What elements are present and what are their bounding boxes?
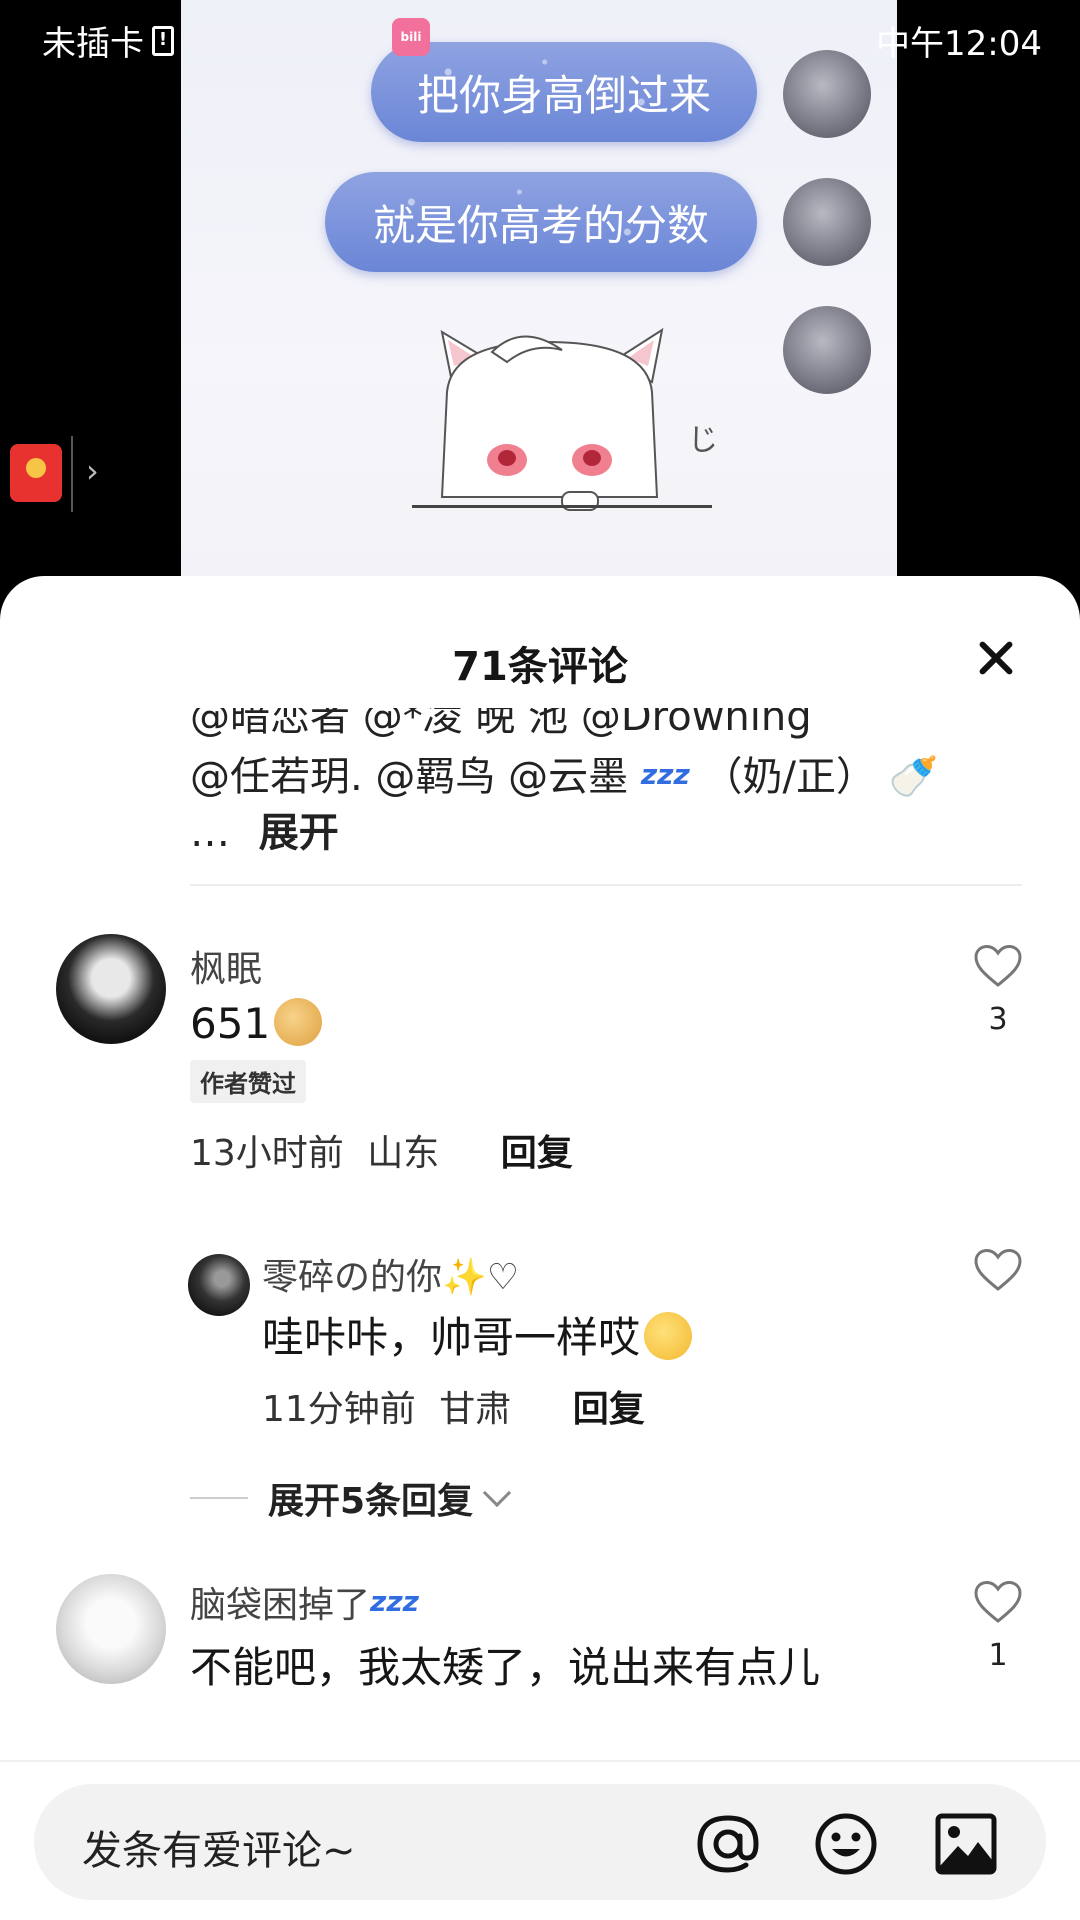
sticker-sound-mark: じ [688, 423, 718, 458]
previous-comment-line: @暗恋者 @*凌 晚 池 @Drowning [190, 708, 812, 740]
avatar[interactable] [56, 1574, 166, 1684]
ellipsis: … [190, 810, 230, 856]
comment-list[interactable]: @暗恋者 @*凌 晚 池 @Drowning @任若玥. @羁鸟 @云墨 zzz… [0, 708, 1080, 1786]
expand-link[interactable]: 展开 [259, 810, 339, 856]
baby-bottle-emoji-icon: 🍼 [888, 754, 939, 800]
sparkle-emoji-icon: ✨ [442, 1257, 487, 1298]
comment-location: 山东 [367, 1133, 440, 1174]
like-button[interactable]: 1 [970, 1580, 1026, 1673]
heart-icon [974, 1580, 1022, 1623]
divider [71, 436, 73, 512]
reply-time: 11分钟前 [262, 1389, 416, 1430]
clock: 中午12:04 [876, 24, 1042, 64]
chat-bubble-text: 就是你高考的分数 [372, 200, 709, 250]
comment-username-text: 脑袋困掉了 [190, 1585, 371, 1626]
chat-avatar [783, 178, 871, 266]
comment-text-body: 651 [190, 999, 271, 1048]
video-player[interactable]: 把你身高倒过来 就是你高考的分数 じ › [0, 0, 1080, 600]
avatar[interactable] [56, 934, 166, 1044]
red-envelope-icon[interactable] [10, 444, 62, 502]
mention-text[interactable]: @任若玥. @羁鸟 @云墨 [190, 754, 628, 800]
heart-icon [974, 1248, 1022, 1291]
eye-roll-emoji-icon [644, 1312, 693, 1360]
reply-meta: 11分钟前 甘肃 回复 [262, 1380, 645, 1432]
chat-bubble: 就是你高考的分数 [325, 172, 757, 272]
like-button[interactable]: 3 [970, 944, 1026, 1037]
comment-text: 不能吧，我太矮了，说出来有点儿 [190, 1643, 821, 1692]
heart-symbol: ♡ [486, 1257, 520, 1298]
reply-username[interactable]: 零碎の的你✨♡ [262, 1248, 519, 1300]
divider [190, 1497, 248, 1499]
author-liked-badge: 作者赞过 [190, 1060, 306, 1103]
reply-text-body: 哇咔咔，帅哥一样哎 [262, 1313, 641, 1362]
image-icon[interactable] [932, 1810, 1000, 1878]
comment-text: 651 [190, 998, 323, 1048]
chat-avatar [783, 306, 871, 394]
reply-username-text: 零碎の的你 [262, 1257, 443, 1298]
reply-button[interactable]: 回复 [573, 1389, 645, 1430]
sim-alert-icon: ! [152, 25, 174, 56]
divider [190, 884, 1022, 886]
doge-emoji-icon [274, 998, 323, 1046]
comment-username[interactable]: 脑袋困掉了zzz [190, 1576, 419, 1628]
close-icon[interactable] [972, 634, 1020, 682]
reply-location: 甘肃 [439, 1389, 512, 1430]
chevron-right-icon[interactable]: › [86, 452, 99, 490]
comment-input-bar: 发条有爱评论~ [0, 1760, 1080, 1920]
like-count: 3 [988, 1002, 1008, 1037]
avatar[interactable] [188, 1254, 250, 1316]
comment-count-title: 71条评论 [452, 644, 628, 690]
like-button[interactable] [970, 1248, 1026, 1296]
chevron-down-icon [482, 1478, 512, 1508]
like-count: 1 [988, 1638, 1008, 1673]
comment-time: 13小时前 [190, 1133, 344, 1174]
reply-button[interactable]: 回复 [501, 1133, 573, 1174]
comment-input[interactable]: 发条有爱评论~ [34, 1784, 1046, 1900]
comment-sheet: 71条评论 @暗恋者 @*凌 晚 池 @Drowning @任若玥. @羁鸟 @… [0, 576, 1080, 1920]
expand-replies-button[interactable]: 展开5条回复 [190, 1472, 512, 1524]
comment-meta: 13小时前 山东 回复 [190, 1124, 573, 1176]
status-bar-left: 未插卡 ! [42, 16, 174, 65]
status-bar: 未插卡 ! bili 中午12:04 [0, 0, 1080, 76]
emoji-icon[interactable] [812, 1810, 880, 1878]
mention-icon[interactable] [694, 1810, 762, 1878]
comment-username[interactable]: 枫眠 [190, 940, 262, 992]
cat-sticker-image [440, 327, 664, 511]
zzz-emoji-icon: zzz [370, 1585, 419, 1618]
zzz-emoji-icon: zzz [640, 758, 690, 791]
reply-text: 哇咔咔，帅哥一样哎 [262, 1304, 693, 1365]
previous-comment-tag: （奶/正） [702, 754, 876, 800]
previous-comment-line: @任若玥. @羁鸟 @云墨 zzz （奶/正） 🍼 [190, 746, 1050, 806]
heart-icon [974, 944, 1022, 987]
expand-replies-label: 展开5条回复 [268, 1481, 474, 1522]
carrier-label: 未插卡 [42, 24, 144, 64]
sticker-baseline [412, 505, 712, 508]
previous-comment-expand-row: … 展开 [190, 804, 1050, 862]
bilibili-app-icon: bili [392, 18, 430, 56]
comment-input-placeholder: 发条有爱评论~ [82, 1828, 356, 1874]
